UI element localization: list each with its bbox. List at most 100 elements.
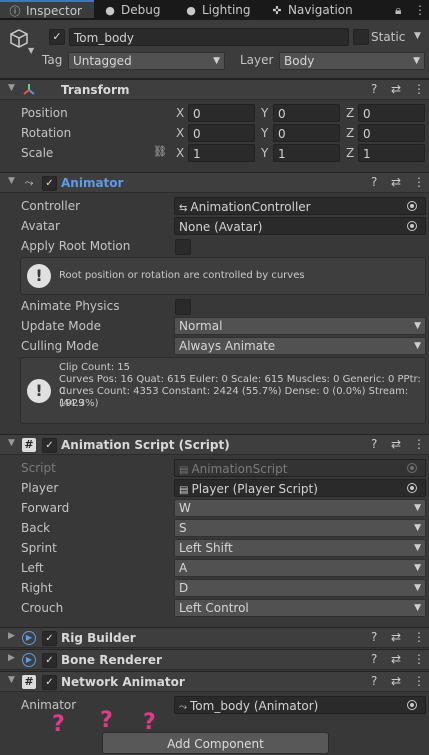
position-x-field[interactable]: 0	[188, 104, 255, 122]
chevron-down-icon[interactable]: ▼	[28, 46, 34, 55]
left-dropdown[interactable]: A ▼	[174, 559, 426, 577]
tag-value: Untagged	[73, 54, 132, 68]
more-vertical-icon[interactable]: ⋮	[413, 652, 425, 666]
more-vertical-icon[interactable]: ⋮	[413, 82, 425, 96]
preset-icon[interactable]: ⇄	[391, 437, 401, 451]
position-y-field[interactable]: 0	[273, 104, 340, 122]
tab-label: Lighting	[202, 3, 251, 17]
position-z-field[interactable]: 0	[358, 104, 425, 122]
axis-x-label[interactable]: X	[176, 144, 184, 162]
apply-root-motion-checkbox[interactable]	[175, 239, 191, 255]
script-enabled-checkbox[interactable]: ✓	[42, 438, 57, 453]
back-value: S	[179, 521, 187, 535]
axis-y-label[interactable]: Y	[261, 144, 268, 162]
rotation-x-field[interactable]: 0	[188, 124, 255, 142]
question-mark-annotation: ?	[100, 708, 113, 733]
bone-renderer-title: Bone Renderer	[61, 653, 162, 667]
foldout-arrow-icon[interactable]: ▼	[8, 83, 15, 93]
culling-mode-dropdown[interactable]: Always Animate ▼	[174, 337, 426, 355]
transform-header[interactable]: ▼ Transform ? ⇄ ⋮	[0, 79, 429, 100]
tag-dropdown[interactable]: Untagged ▼	[68, 52, 225, 70]
tab-lighting[interactable]: ● Lighting	[184, 0, 251, 20]
object-name-field[interactable]: Tom_body	[69, 28, 349, 46]
axis-z-label[interactable]: Z	[346, 144, 354, 162]
axis-x-label[interactable]: X	[176, 104, 184, 122]
preset-icon[interactable]: ⇄	[391, 630, 401, 644]
player-field[interactable]: ▤ Player (Player Script)	[174, 479, 426, 497]
preset-icon[interactable]: ⇄	[391, 82, 401, 96]
animation-script-header[interactable]: ▼ # ✓ Animation Script (Script) ? ⇄ ⋮	[0, 434, 429, 455]
preset-icon[interactable]: ⇄	[391, 652, 401, 666]
more-vertical-icon[interactable]: ⋮	[414, 0, 426, 20]
scale-z-field[interactable]: 1	[358, 144, 425, 162]
help-icon[interactable]: ?	[371, 652, 377, 666]
help-icon[interactable]: ?	[371, 630, 377, 644]
transform-title: Transform	[61, 83, 130, 97]
more-vertical-icon[interactable]: ⋮	[413, 674, 425, 688]
back-dropdown[interactable]: S ▼	[174, 519, 426, 537]
rig-builder-enabled-checkbox[interactable]: ✓	[42, 631, 57, 646]
script-label: Script	[21, 461, 56, 475]
foldout-arrow-icon[interactable]: ▼	[8, 675, 15, 685]
network-animator-enabled-checkbox[interactable]: ✓	[42, 675, 57, 690]
rig-builder-header[interactable]: ▶ ▶ ✓ Rig Builder ? ⇄ ⋮	[0, 627, 429, 648]
scale-y-field[interactable]: 1	[273, 144, 340, 162]
object-picker-icon[interactable]	[407, 201, 417, 211]
help-icon[interactable]: ?	[371, 437, 377, 451]
active-checkbox[interactable]: ✓	[49, 29, 65, 45]
bone-renderer-enabled-checkbox[interactable]: ✓	[42, 653, 57, 668]
axis-z-label[interactable]: Z	[346, 104, 354, 122]
foldout-arrow-icon[interactable]: ▶	[8, 653, 15, 663]
help-icon[interactable]: ?	[371, 674, 377, 688]
network-animator-field[interactable]: ⤳ Tom_body (Animator)	[174, 696, 426, 714]
info-text: Root position or rotation are controlled…	[59, 270, 305, 281]
forward-dropdown[interactable]: W ▼	[174, 499, 426, 517]
animate-physics-checkbox[interactable]	[175, 299, 191, 315]
update-mode-dropdown[interactable]: Normal ▼	[174, 317, 426, 335]
tab-label: Inspector	[26, 4, 82, 18]
tab-inspector[interactable]: ⓘ Inspector	[0, 0, 94, 18]
lock-icon[interactable]: 🔒︎	[395, 0, 401, 20]
axis-x-label[interactable]: X	[176, 124, 184, 142]
rotation-y-field[interactable]: 0	[273, 124, 340, 142]
more-vertical-icon[interactable]: ⋮	[413, 437, 425, 451]
scale-x-field[interactable]: 1	[188, 144, 255, 162]
avatar-value: None (Avatar)	[179, 220, 263, 234]
foldout-arrow-icon[interactable]: ▼	[8, 176, 15, 186]
axis-y-label[interactable]: Y	[261, 104, 268, 122]
help-icon[interactable]: ?	[371, 175, 377, 189]
object-picker-icon[interactable]	[407, 483, 417, 493]
tab-navigation[interactable]: ✜ Navigation	[270, 0, 352, 20]
axis-z-label[interactable]: Z	[346, 124, 354, 142]
controller-field[interactable]: ⇆ AnimationController	[174, 197, 426, 215]
animator-stats-box: ! Clip Count: 15 Curves Pos: 16 Quat: 61…	[20, 357, 426, 424]
position-label: Position	[21, 106, 68, 120]
rotation-z-field[interactable]: 0	[358, 124, 425, 142]
tag-label: Tag	[42, 53, 63, 67]
more-vertical-icon[interactable]: ⋮	[413, 175, 425, 189]
bone-renderer-header[interactable]: ▶ ▶ ✓ Bone Renderer ? ⇄ ⋮	[0, 649, 429, 670]
object-picker-icon[interactable]	[407, 221, 417, 231]
static-dropdown-icon[interactable]: ▼	[414, 31, 421, 41]
layer-dropdown[interactable]: Body ▼	[279, 52, 425, 70]
animator-header[interactable]: ▼ ⤳ ✓ Animator ? ⇄ ⋮	[0, 172, 429, 193]
network-animator-header[interactable]: ▼ # ✓ Network Animator ? ⇄ ⋮	[0, 671, 429, 692]
sprint-dropdown[interactable]: Left Shift ▼	[174, 539, 426, 557]
animator-enabled-checkbox[interactable]: ✓	[42, 176, 57, 191]
foldout-arrow-icon[interactable]: ▶	[8, 631, 15, 641]
sprint-value: Left Shift	[179, 541, 233, 555]
more-vertical-icon[interactable]: ⋮	[413, 630, 425, 644]
right-dropdown[interactable]: D ▼	[174, 579, 426, 597]
tab-debug[interactable]: ● Debug	[103, 0, 160, 20]
avatar-field[interactable]: None (Avatar)	[174, 217, 426, 235]
preset-icon[interactable]: ⇄	[391, 674, 401, 688]
static-checkbox[interactable]	[353, 29, 369, 45]
object-picker-icon[interactable]	[407, 700, 417, 710]
constrain-proportions-icon[interactable]: ⛓	[153, 145, 167, 158]
axis-y-label[interactable]: Y	[261, 124, 268, 142]
preset-icon[interactable]: ⇄	[391, 175, 401, 189]
help-icon[interactable]: ?	[371, 82, 377, 96]
foldout-arrow-icon[interactable]: ▼	[8, 438, 15, 448]
crouch-dropdown[interactable]: Left Control ▼	[174, 599, 426, 617]
add-component-button[interactable]: Add Component	[102, 732, 329, 754]
